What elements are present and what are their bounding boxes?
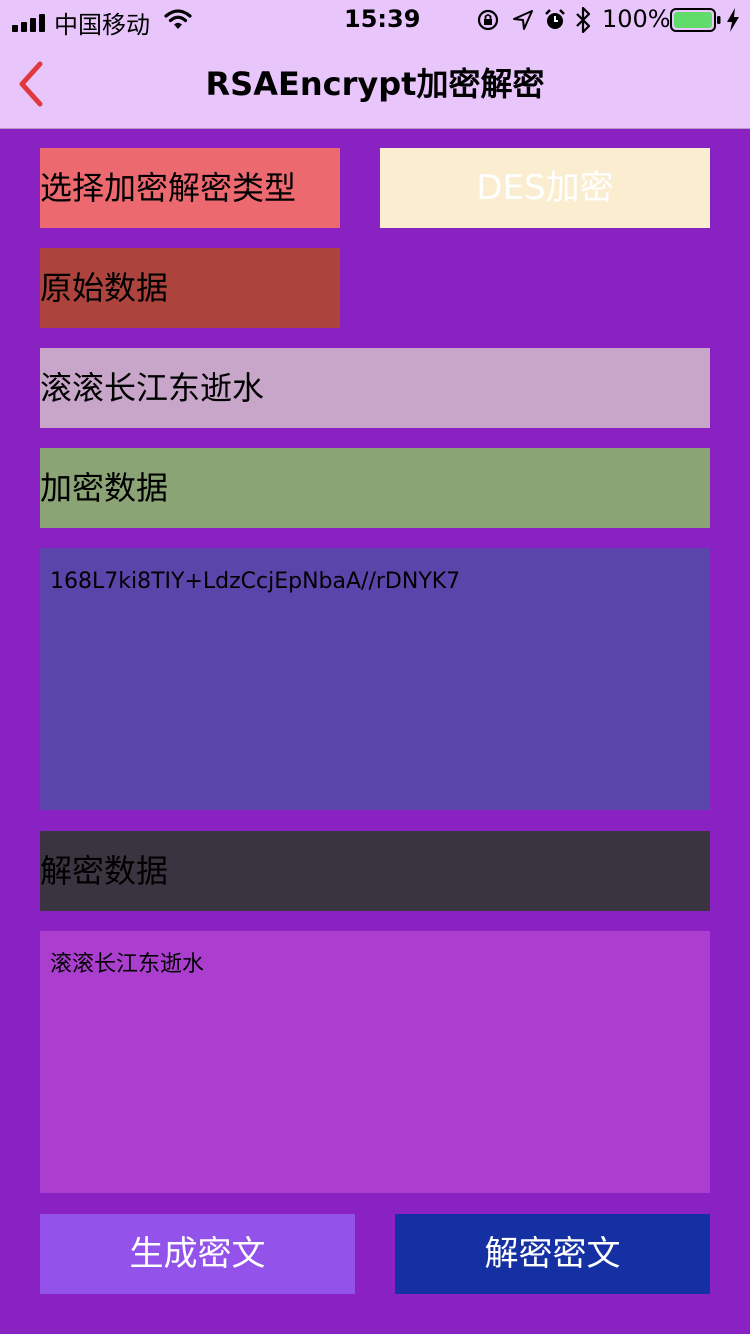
decrypted-data-label: 解密数据	[40, 831, 710, 911]
alarm-clock-icon	[543, 8, 567, 32]
encryption-type-button[interactable]: DES加密	[380, 148, 710, 228]
select-type-label-text: 选择加密解密类型	[40, 169, 297, 207]
generate-ciphertext-button[interactable]: 生成密文	[40, 1214, 355, 1294]
page-title: RSAEncrypt加密解密	[205, 65, 545, 103]
clock-time: 15:39	[344, 5, 421, 33]
encrypted-data-label-text: 加密数据	[40, 469, 169, 507]
encrypted-data-text-area[interactable]: 168L7ki8TIY+LdzCcjEpNbaA//rDNYK7	[40, 548, 710, 810]
location-arrow-icon	[512, 9, 534, 31]
encryption-type-button-label: DES加密	[476, 168, 614, 208]
decrypt-ciphertext-button[interactable]: 解密密文	[395, 1214, 710, 1294]
wifi-icon	[164, 8, 192, 30]
navigation-bar: RSAEncrypt加密解密	[0, 40, 750, 129]
original-data-input[interactable]: 滚滚长江东逝水	[40, 348, 710, 428]
original-data-label: 原始数据	[40, 248, 340, 328]
original-data-label-text: 原始数据	[40, 269, 169, 307]
charging-bolt-icon	[726, 8, 740, 32]
encrypted-data-text: 168L7ki8TIY+LdzCcjEpNbaA//rDNYK7	[50, 569, 461, 594]
orientation-lock-icon	[476, 8, 500, 32]
encrypted-data-label: 加密数据	[40, 448, 710, 528]
original-data-input-value: 滚滚长江东逝水	[40, 369, 265, 407]
select-type-label: 选择加密解密类型	[40, 148, 340, 228]
decrypt-ciphertext-button-label: 解密密文	[484, 1234, 621, 1274]
carrier-name: 中国移动	[54, 11, 150, 39]
battery-percent: 100%	[602, 5, 671, 33]
decrypted-data-text: 滚滚长江东逝水	[50, 952, 205, 977]
bluetooth-icon	[575, 6, 591, 34]
decrypted-data-text-area[interactable]: 滚滚长江东逝水	[40, 931, 710, 1193]
decrypted-data-label-text: 解密数据	[40, 852, 169, 890]
signal-bars-icon	[12, 10, 48, 32]
generate-ciphertext-button-label: 生成密文	[129, 1234, 266, 1274]
status-bar: 中国移动 15:39 100%	[0, 0, 750, 40]
battery-icon	[670, 8, 722, 32]
